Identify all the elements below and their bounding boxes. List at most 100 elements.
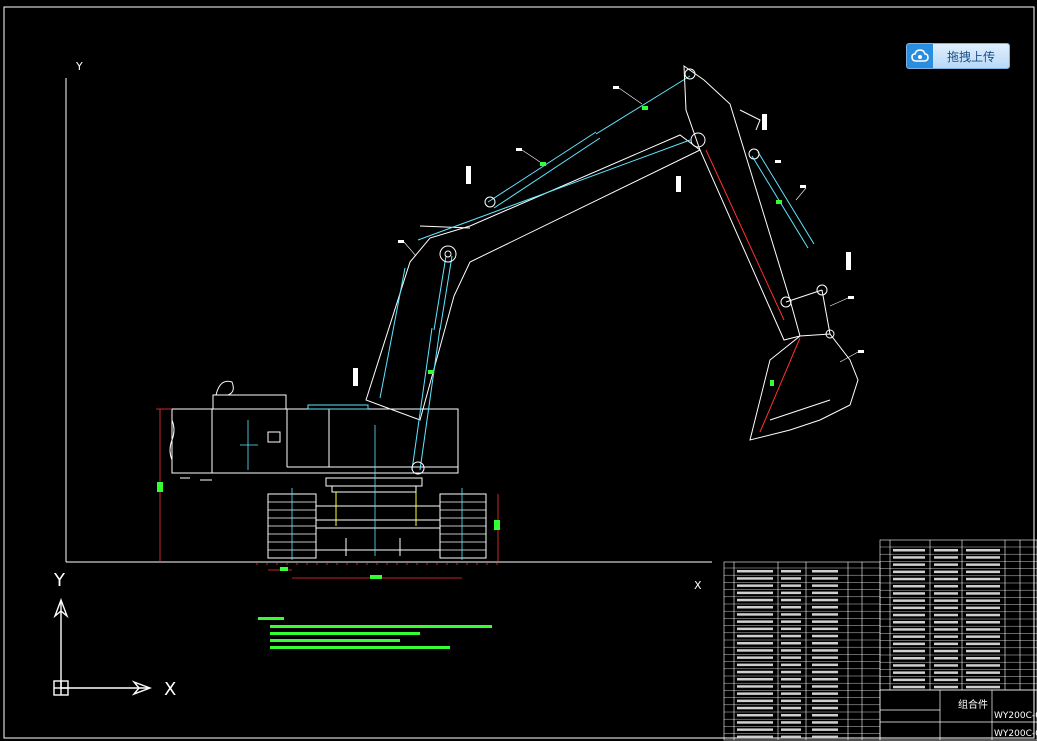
parts-list-cell-mark <box>812 634 838 638</box>
bucket-cylinder <box>748 148 831 335</box>
parts-list-cell-mark <box>966 628 1000 631</box>
parts-list-cell-mark <box>893 657 925 660</box>
parts-list-cell-mark <box>893 585 925 588</box>
parts-list-cell-mark <box>966 577 1000 581</box>
parts-list-cell-mark <box>966 635 1000 638</box>
parts-list-cell-mark <box>812 642 838 645</box>
parts-list-cell-mark <box>781 670 801 674</box>
parts-list-cell-mark <box>812 656 838 659</box>
parts-list-cell-mark <box>966 606 1000 610</box>
parts-list-cell-mark <box>781 649 801 652</box>
parts-list-cell-mark <box>812 584 838 587</box>
parts-list-cell-mark <box>934 549 958 552</box>
parts-list-cell-mark <box>812 591 838 595</box>
parts-list-cell-mark <box>812 577 838 580</box>
parts-list-cell-mark <box>812 670 838 674</box>
parts-list-cell-mark <box>737 706 773 710</box>
parts-list-cell-mark <box>812 649 838 652</box>
parts-list-cell-mark <box>737 620 773 623</box>
title-block-drawing-no-1: WY200C-0 <box>994 711 1037 721</box>
excavator-bucket <box>749 329 859 441</box>
parts-list-cell-mark <box>737 663 773 667</box>
parts-list-cell-mark <box>966 657 1000 660</box>
parts-list-cell-mark <box>812 570 838 573</box>
parts-list-cell-mark <box>934 599 958 602</box>
parts-list-cell-mark <box>966 585 1000 588</box>
parts-list-cell-mark <box>812 714 838 717</box>
parts-list-cell-mark <box>966 621 1000 624</box>
parts-list-cell-mark <box>737 699 773 703</box>
parts-list-cell-mark <box>934 621 958 624</box>
parts-list-cell-mark <box>966 649 1000 653</box>
parts-list-cell-mark <box>812 627 838 631</box>
parts-list-cell-mark <box>781 598 801 602</box>
parts-list-cell-mark <box>893 577 925 581</box>
parts-list-cell-mark <box>812 721 838 724</box>
parts-list-cell-mark <box>893 649 925 653</box>
parts-list-cell-mark <box>934 563 958 566</box>
parts-list-cell-mark <box>966 549 1000 552</box>
parts-list-cell-mark <box>812 663 838 667</box>
parts-list-cell-mark <box>781 642 801 645</box>
parts-list-cell-mark <box>737 735 773 739</box>
cloud-upload-icon <box>907 44 933 68</box>
parts-list-cell-mark <box>966 664 1000 667</box>
parts-list-cell-mark <box>966 599 1000 602</box>
parts-list-cell-mark <box>781 678 801 681</box>
parts-list-cell-mark <box>781 584 801 587</box>
parts-list-cell-mark <box>737 714 773 717</box>
parts-list-cell-mark <box>893 678 925 682</box>
parts-list-cell-mark <box>893 556 925 559</box>
parts-list-cell-mark <box>934 628 958 631</box>
title-block-drawing-no-2: WY200C-0C <box>994 729 1037 739</box>
parts-list-cell-mark <box>934 577 958 581</box>
y-axis-label: Y <box>75 60 83 73</box>
parts-list-cell-mark <box>781 634 801 638</box>
parts-list-cell-mark <box>737 577 773 580</box>
parts-list-cell-mark <box>737 728 773 731</box>
parts-list-cell-mark <box>934 606 958 610</box>
parts-list-cell-mark <box>781 663 801 667</box>
parts-list-cell-mark <box>934 685 958 689</box>
parts-list-cell-mark <box>934 635 958 638</box>
parts-list-cell-mark <box>737 685 773 688</box>
parts-list-cell-mark <box>893 613 925 617</box>
parts-list-cell-mark <box>781 714 801 717</box>
parts-list-cell-mark <box>812 728 838 731</box>
excavator-arm <box>683 65 801 341</box>
parts-list-cell-mark <box>934 678 958 682</box>
ucs-y-label: Y <box>53 570 66 591</box>
parts-list-cell-mark <box>737 606 773 609</box>
parts-list-cell-mark <box>737 634 773 638</box>
parts-list-cell-mark <box>934 585 958 588</box>
parts-list-rows <box>724 546 1037 734</box>
parts-list-cell-mark <box>893 563 925 566</box>
parts-list-cell-mark <box>737 613 773 616</box>
cad-drawing-canvas[interactable]: Y X Y X 组合件 WY200C-0 WY200C- <box>0 0 1037 741</box>
parts-list-cell-mark <box>737 656 773 659</box>
parts-list-cell-mark <box>966 685 1000 689</box>
title-block-part-title: 组合件 <box>958 698 988 711</box>
parts-list-cell-mark <box>893 599 925 602</box>
parts-list-cell-mark <box>737 598 773 602</box>
parts-list-cell-mark <box>934 613 958 617</box>
parts-list-cell-mark <box>812 699 838 703</box>
parts-list-cell-mark <box>966 592 1000 595</box>
parts-list-cell-mark <box>781 721 801 724</box>
parts-list-cell-mark <box>812 706 838 710</box>
parts-list-cell-mark <box>966 671 1000 674</box>
arm-cylinder <box>484 68 696 209</box>
parts-list-cell-mark <box>934 657 958 660</box>
parts-list-cell-mark <box>893 635 925 638</box>
parts-list-cell-mark <box>781 699 801 703</box>
drag-upload-button[interactable]: 拖拽上传 <box>906 43 1010 69</box>
parts-list-cell-mark <box>781 591 801 595</box>
parts-list-cell-mark <box>812 606 838 609</box>
parts-list-cell-mark <box>934 664 958 667</box>
boom-cylinder <box>411 245 457 475</box>
parts-list-cell-mark <box>812 735 838 739</box>
parts-list-cell-mark <box>812 620 838 623</box>
parts-list-cell-mark <box>934 556 958 559</box>
parts-list-cell-mark <box>893 606 925 610</box>
parts-list-cell-mark <box>893 628 925 631</box>
